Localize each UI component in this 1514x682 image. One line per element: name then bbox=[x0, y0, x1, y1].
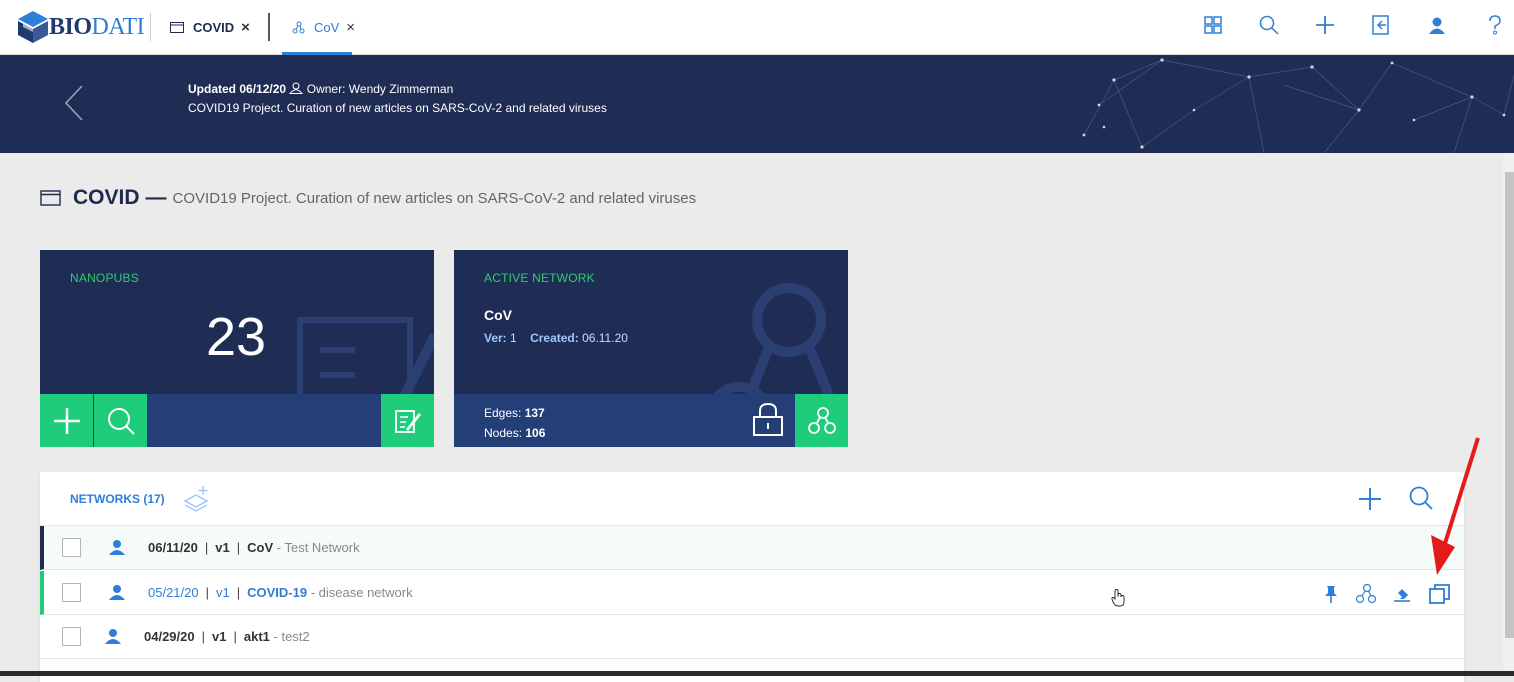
view-network-button[interactable] bbox=[795, 394, 848, 447]
user-icon bbox=[109, 540, 125, 555]
help-icon[interactable] bbox=[1484, 14, 1510, 40]
plus-icon bbox=[53, 407, 80, 434]
active-network-label: ACTIVE NETWORK bbox=[484, 271, 595, 285]
search-nanopubs-button[interactable] bbox=[94, 394, 147, 447]
network-date: 04/29/20 bbox=[144, 629, 195, 644]
edit-nanopubs-button[interactable] bbox=[381, 394, 434, 447]
network-row[interactable]: 06/11/20 | v1 | CoV - Test Network bbox=[40, 526, 1464, 570]
search-icon bbox=[107, 407, 135, 435]
created-label: Created: bbox=[530, 331, 579, 345]
nodes-label: Nodes: bbox=[484, 426, 523, 440]
active-network-name: CoV bbox=[484, 307, 512, 323]
updated-date: 06/12/20 bbox=[239, 82, 287, 96]
user-icon[interactable] bbox=[1426, 14, 1452, 40]
network-decoration bbox=[1082, 58, 1514, 153]
network-name[interactable]: akt1 bbox=[244, 629, 270, 644]
ver-label: Ver: bbox=[484, 331, 507, 345]
user-icon bbox=[105, 629, 121, 644]
ver-value: 1 bbox=[510, 331, 517, 345]
annotation-arrow-icon bbox=[1431, 437, 1480, 575]
project-name: COVID bbox=[73, 186, 140, 209]
networks-panel: NETWORKS (17) 06/11/20 | v1 | CoV - Test Net… bbox=[40, 472, 1464, 682]
active-network-card: ACTIVE NETWORK CoV Ver: 1 Created: 06.11… bbox=[454, 250, 848, 447]
add-nanopub-button[interactable] bbox=[40, 394, 93, 447]
eraser-icon[interactable] bbox=[1391, 583, 1413, 605]
top-bar: BIODATI COVID × CoV × bbox=[0, 0, 1514, 55]
project-banner: Updated 06/12/20 Owner: Wendy Zimmerman … bbox=[0, 55, 1514, 153]
owner-name: Wendy Zimmerman bbox=[348, 82, 454, 96]
networks-title: NETWORKS (17) bbox=[70, 492, 165, 506]
owner-label: Owner: bbox=[306, 82, 346, 96]
nanopubs-card: NANOPUBS 23 bbox=[40, 250, 434, 447]
network-icon bbox=[807, 406, 836, 434]
search-icon[interactable] bbox=[1258, 14, 1284, 40]
add-layers-icon[interactable] bbox=[183, 485, 211, 513]
network-description: - Test Network bbox=[276, 540, 360, 555]
created-value: 06.11.20 bbox=[582, 331, 628, 345]
network-description: - test2 bbox=[273, 629, 310, 644]
network-date: 06/11/20 bbox=[148, 540, 198, 555]
updated-label: Updated bbox=[188, 82, 236, 96]
add-network-button[interactable] bbox=[1357, 486, 1383, 512]
active-network-meta: Ver: 1 Created: 06.11.20 bbox=[484, 331, 628, 345]
network-row[interactable]: 05/21/20 | v1 | COVID-19 - disease network bbox=[40, 571, 1464, 615]
banner-info: Updated 06/12/20 Owner: Wendy Zimmerman … bbox=[188, 80, 607, 118]
title-dash: — bbox=[145, 186, 167, 209]
banner-description: COVID19 Project. Curation of new article… bbox=[188, 101, 607, 115]
edit-document-icon bbox=[394, 409, 421, 433]
page-title: COVID — COVID19 Project. Curation of new… bbox=[40, 186, 696, 210]
network-row-text: 04/29/20 | v1 | akt1 - test2 bbox=[144, 629, 310, 644]
network-row[interactable]: 04/29/20 | v1 | akt1 - test2 bbox=[40, 615, 1464, 659]
bottom-edge bbox=[0, 671, 1514, 676]
edges-label: Edges: bbox=[484, 406, 522, 420]
owner-icon bbox=[289, 82, 304, 94]
window-icon bbox=[40, 190, 61, 206]
back-chevron-icon[interactable] bbox=[62, 83, 88, 123]
network-icon[interactable] bbox=[1355, 583, 1377, 605]
grid-icon[interactable] bbox=[1202, 14, 1228, 40]
network-row-text: 06/11/20 | v1 | CoV - Test Network bbox=[148, 540, 360, 555]
project-description: COVID19 Project. Curation of new article… bbox=[172, 189, 697, 207]
network-name[interactable]: CoV bbox=[247, 540, 273, 555]
nodes-value: 106 bbox=[525, 426, 546, 440]
network-version: v1 bbox=[212, 629, 227, 644]
lock-icon[interactable] bbox=[751, 401, 785, 437]
row-actions bbox=[44, 583, 1468, 605]
scrollbar-thumb[interactable] bbox=[1505, 172, 1514, 638]
networks-panel-header: NETWORKS (17) bbox=[40, 472, 1464, 526]
network-version: v1 bbox=[215, 540, 230, 555]
pin-icon[interactable] bbox=[1320, 583, 1342, 605]
row-checkbox[interactable] bbox=[62, 627, 81, 646]
nanopubs-label: NANOPUBS bbox=[70, 271, 139, 285]
edges-value: 137 bbox=[524, 406, 545, 420]
nanopubs-count: 23 bbox=[205, 307, 267, 367]
network-stats: Edges: 137 Nodes: 106 bbox=[484, 403, 545, 443]
row-checkbox[interactable] bbox=[62, 538, 81, 557]
toolbar bbox=[0, 14, 1514, 40]
plus-icon[interactable] bbox=[1314, 14, 1340, 40]
copy-icon[interactable] bbox=[1428, 583, 1450, 605]
exit-icon[interactable] bbox=[1370, 14, 1396, 40]
